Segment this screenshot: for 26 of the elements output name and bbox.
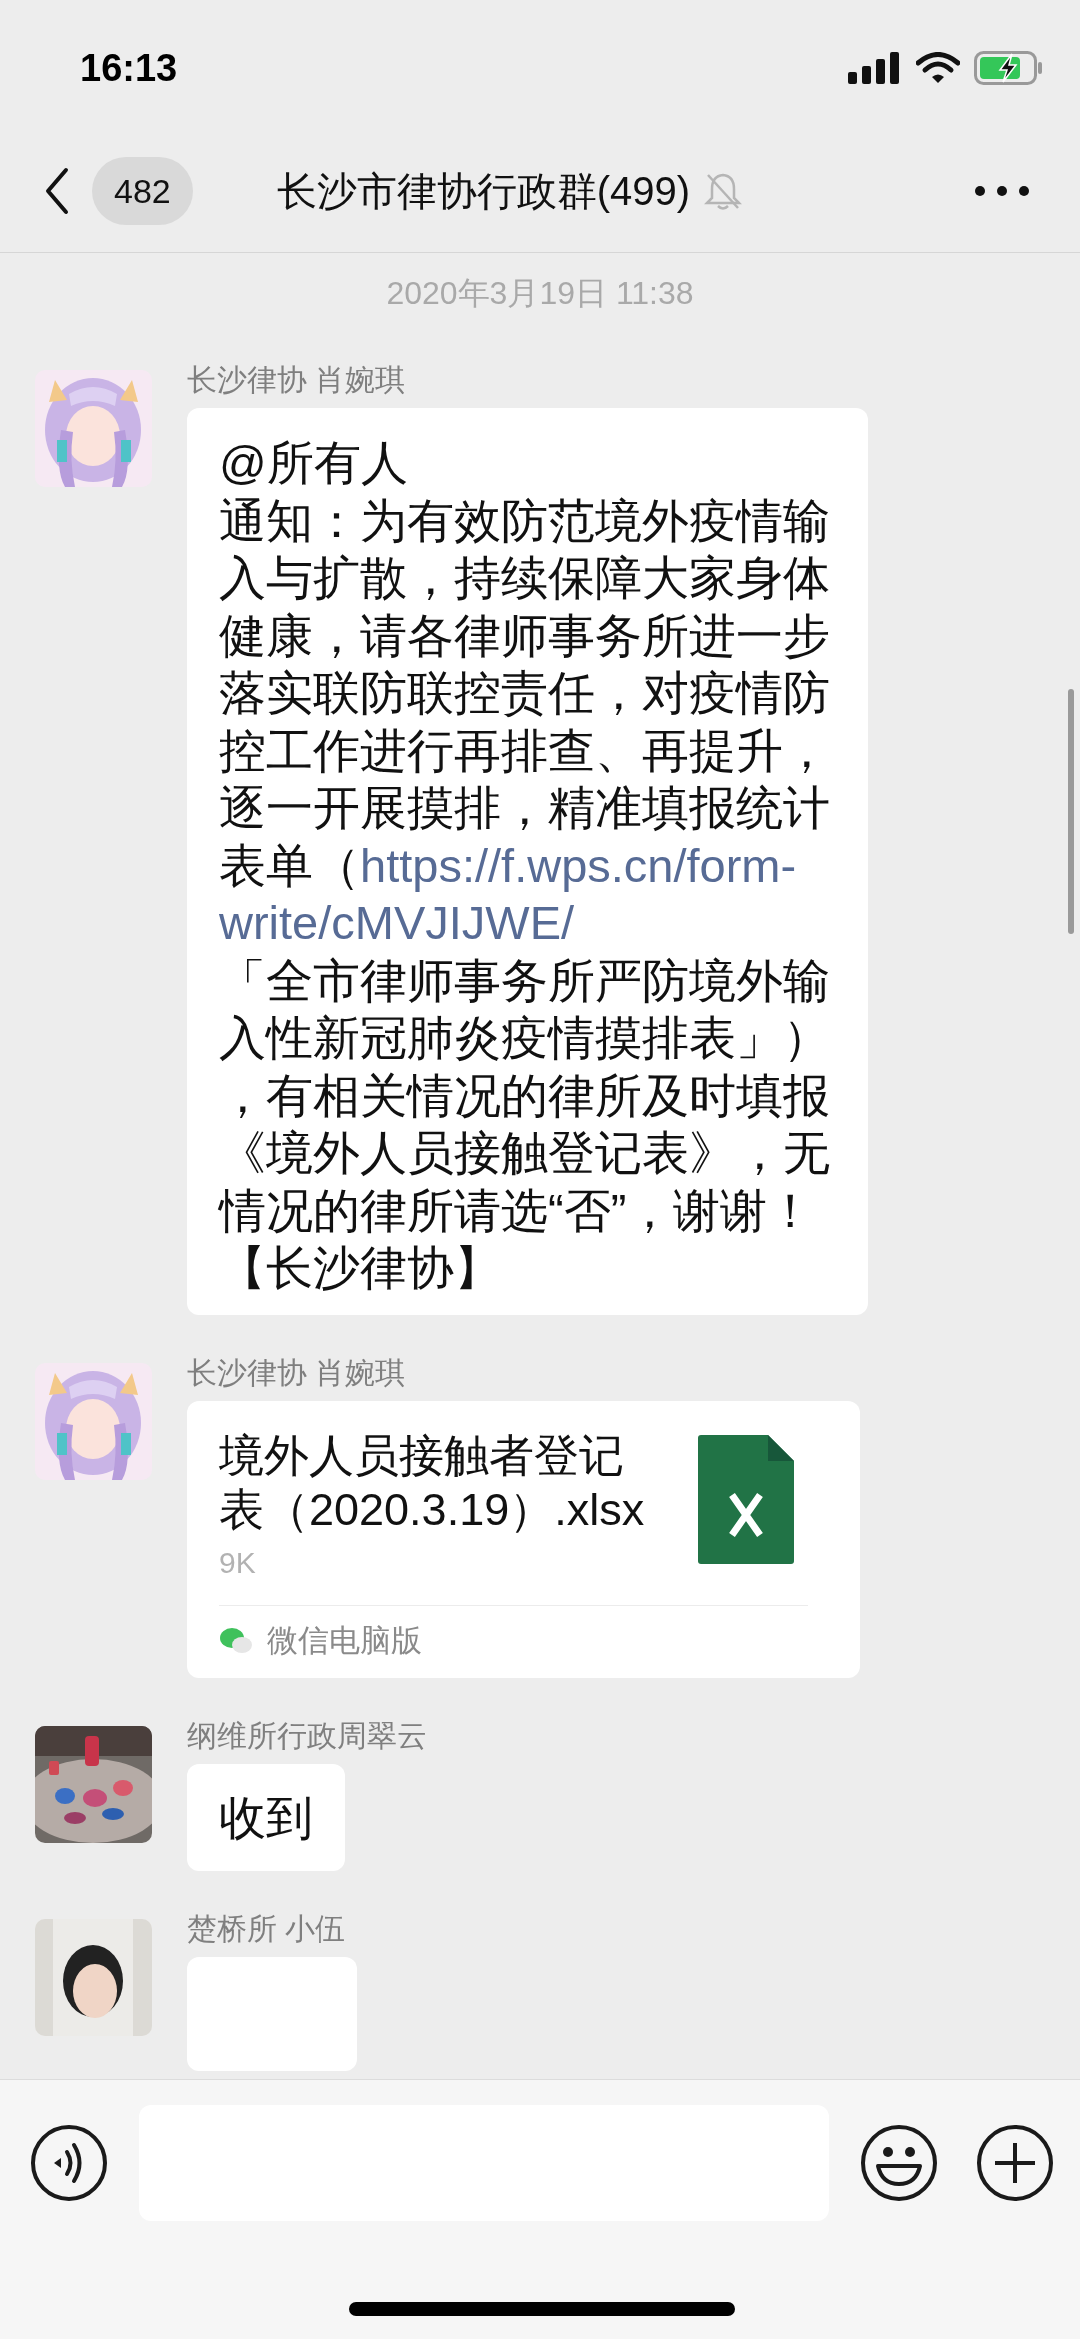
unread-count-badge[interactable]: 482 bbox=[92, 157, 193, 225]
voice-icon[interactable] bbox=[30, 2124, 108, 2202]
file-card[interactable]: 境外人员接触者登记表（2020.3.19）.xlsx 9K 微信电脑版 bbox=[187, 1400, 860, 1678]
sender-name: 长沙律协 肖婉琪 bbox=[187, 1356, 406, 1389]
wifi-icon bbox=[916, 52, 960, 84]
timestamp: 2020年3月19日 11:38 bbox=[386, 274, 694, 313]
file-name: 境外人员接触者登记表（2020.3.19）.xlsx bbox=[219, 1428, 646, 1537]
emoji-icon[interactable] bbox=[860, 2124, 938, 2202]
status-time: 16:13 bbox=[80, 45, 178, 91]
wechat-icon bbox=[219, 1625, 253, 1656]
battery-charging-icon bbox=[974, 51, 1044, 85]
link[interactable]: https://f.wps.cn/form- bbox=[360, 838, 797, 892]
plus-icon[interactable] bbox=[976, 2124, 1054, 2202]
chat-title: 长沙市律协行政群(499) bbox=[276, 168, 691, 215]
sender-name: 楚桥所 小伍 bbox=[187, 1913, 346, 1945]
link[interactable]: write/cMVJIJWE/ bbox=[219, 896, 575, 949]
source-label: 微信电脑版 bbox=[267, 1621, 422, 1660]
more-icon[interactable] bbox=[974, 185, 1030, 197]
back-chevron-icon bbox=[44, 167, 70, 215]
spreadsheet-file-icon bbox=[698, 1434, 794, 1564]
message-text: @所有人 通知：为有效防范境外疫情输入与扩散，持续保障大家身体健康，请各律师事务所进一步落实联防联控责任，对疫情防控工作进行再排查、再提升，逐一开展摸排，精准填报统计表单（https://f.wps.cn/form- write/cMVJIJWE/ 「全市律师事务所严防境外输入性新冠肺炎疫情摸排表」），有相关情况的律所及时填报《境外人员接触登记表》，无情况的律所请选“否”，谢谢！【长沙律协】 bbox=[219, 435, 831, 1296]
sender-name: 纲维所行政周翠云 bbox=[187, 1719, 427, 1752]
signal-icon bbox=[848, 52, 902, 84]
message-text: 收到 bbox=[219, 1789, 313, 1846]
sender-name: 长沙律协 肖婉琪 bbox=[187, 364, 406, 396]
file-size: 9K bbox=[219, 1544, 257, 1581]
